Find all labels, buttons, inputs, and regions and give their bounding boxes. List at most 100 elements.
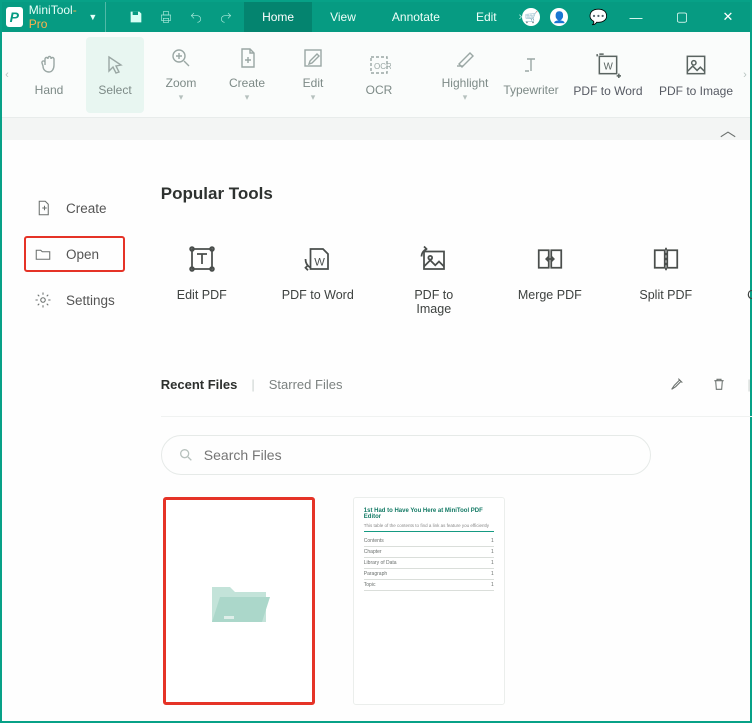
search-files[interactable] (161, 435, 651, 475)
popular-tools-title: Popular Tools (161, 184, 752, 204)
popular-tools-row: Edit PDF W PDF to Word PDF to Image Merg… (161, 244, 752, 316)
menu-edit[interactable]: Edit (458, 2, 515, 32)
save-icon[interactable] (128, 9, 144, 25)
svg-text:OCR: OCR (374, 62, 391, 71)
caret-icon: ▾ (311, 92, 316, 103)
gear-icon (34, 291, 52, 309)
svg-text:W: W (604, 61, 614, 72)
pdf-to-word-icon: W (595, 52, 621, 78)
sidebar-item-label: Open (66, 247, 99, 262)
redo-icon[interactable] (218, 9, 234, 25)
tool-label: Zoom (166, 76, 197, 90)
file-cards: 1st Had to Have You Here at MiniTool PDF… (161, 497, 752, 705)
tool-edit[interactable]: Edit ▾ (284, 37, 342, 113)
search-icon (178, 447, 194, 463)
tool-ocr[interactable]: OCR OCR (350, 37, 408, 113)
app-logo: P (6, 7, 23, 27)
tool-label: Hand (35, 83, 64, 97)
main-panel: Popular Tools Edit PDF W PDF to Word PDF… (143, 140, 752, 721)
app-name: MiniTool-Pro (29, 3, 85, 31)
account-icon[interactable]: 👤 (550, 8, 568, 26)
menu-annotate[interactable]: Annotate (374, 2, 458, 32)
ptool-edit-pdf[interactable]: Edit PDF (165, 244, 239, 316)
tool-typewriter[interactable]: Typewriter (502, 37, 560, 113)
delete-button[interactable] (705, 370, 733, 398)
quick-access-toolbar (128, 9, 234, 25)
icon-divider: | (747, 377, 750, 392)
menu-view[interactable]: View (312, 2, 374, 32)
print-icon[interactable] (158, 9, 174, 25)
undo-icon[interactable] (188, 9, 204, 25)
tool-pdf-to-image[interactable]: PDF to Image (656, 37, 736, 113)
sidebar-item-open[interactable]: Open (24, 236, 125, 272)
tool-highlight[interactable]: Highlight ▾ (436, 37, 494, 113)
ptool-label: Merge PDF (518, 288, 582, 302)
ptool-merge-pdf[interactable]: Merge PDF (513, 244, 587, 316)
caret-icon: ▾ (463, 92, 468, 103)
tool-zoom[interactable]: Zoom ▾ (152, 37, 210, 113)
sidebar-item-create[interactable]: Create (24, 190, 125, 226)
tool-hand[interactable]: Hand (20, 37, 78, 113)
split-pdf-icon (651, 244, 681, 274)
sidebar: Create Open Settings (2, 140, 143, 721)
divider (161, 416, 752, 417)
doc-thumbnail: 1st Had to Have You Here at MiniTool PDF… (354, 498, 504, 601)
cart-icon[interactable]: 🛒 (522, 8, 540, 26)
ptool-label: Split PDF (639, 288, 692, 302)
clear-history-button[interactable] (663, 370, 691, 398)
tool-label: Create (229, 76, 265, 90)
app-dropdown-icon[interactable]: ▼ (88, 12, 97, 22)
hand-icon (37, 53, 61, 77)
ptool-pdf-to-image[interactable]: PDF to Image (397, 244, 471, 316)
tab-recent-files[interactable]: Recent Files (161, 377, 238, 392)
open-file-card[interactable] (163, 497, 315, 705)
sidebar-item-label: Create (66, 201, 107, 216)
tool-label: Edit (303, 76, 324, 90)
maximize-button[interactable]: ▢ (664, 9, 700, 25)
sidebar-item-label: Settings (66, 293, 115, 308)
pdf-to-word-icon: W (303, 244, 333, 274)
pdf-to-image-icon (683, 52, 709, 78)
ribbon-scroll-right-icon[interactable]: › (740, 32, 750, 117)
cursor-icon (103, 53, 127, 77)
zoom-icon (169, 46, 193, 70)
minimize-button[interactable]: — (618, 10, 654, 25)
feedback-icon[interactable]: 💬 (589, 8, 608, 26)
tool-label: Highlight (442, 76, 489, 90)
tool-pdf-to-word[interactable]: W PDF to Word (568, 37, 648, 113)
tool-label: Select (98, 83, 131, 97)
merge-pdf-icon (535, 244, 565, 274)
edit-pdf-icon (187, 244, 217, 274)
sidebar-item-settings[interactable]: Settings (24, 282, 125, 318)
menu-home[interactable]: Home (244, 2, 312, 32)
search-input[interactable] (204, 447, 634, 463)
chevron-up-icon: ︿ (720, 117, 736, 141)
files-tabs: Recent Files | Starred Files | (161, 370, 752, 398)
edit-icon (301, 46, 325, 70)
create-doc-icon (34, 199, 52, 217)
caret-icon: ▾ (245, 92, 250, 103)
ptool-label: PDF to Image (397, 288, 471, 316)
tool-select[interactable]: Select (86, 37, 144, 113)
ribbon-collapse-bar[interactable]: ︿ (2, 118, 750, 140)
ribbon-scroll-left-icon[interactable]: ‹ (2, 32, 12, 117)
ptool-pdf-to-word[interactable]: W PDF to Word (281, 244, 355, 316)
pdf-to-image-icon (419, 244, 449, 274)
folder-icon (34, 245, 52, 263)
tool-create[interactable]: Create ▾ (218, 37, 276, 113)
menu-bar: Home View Annotate Edit (244, 2, 515, 32)
ptool-label: Compress PDF (747, 288, 752, 302)
highlight-icon (453, 46, 477, 70)
tab-divider: | (251, 377, 254, 392)
tab-starred-files[interactable]: Starred Files (269, 377, 343, 392)
recent-file-card[interactable]: 1st Had to Have You Here at MiniTool PDF… (353, 497, 505, 705)
create-icon (235, 46, 259, 70)
caret-icon: ▾ (179, 92, 184, 103)
ptool-split-pdf[interactable]: Split PDF (629, 244, 703, 316)
ribbon: ‹ Hand Select Zoom ▾ Create ▾ Edit ▾ OCR… (2, 32, 750, 118)
ocr-icon: OCR (367, 53, 391, 77)
tool-label: Typewriter (503, 83, 558, 97)
trash-icon (711, 376, 727, 392)
close-button[interactable]: ✕ (710, 9, 746, 25)
ptool-compress-pdf[interactable]: Compress PDF (745, 244, 752, 316)
